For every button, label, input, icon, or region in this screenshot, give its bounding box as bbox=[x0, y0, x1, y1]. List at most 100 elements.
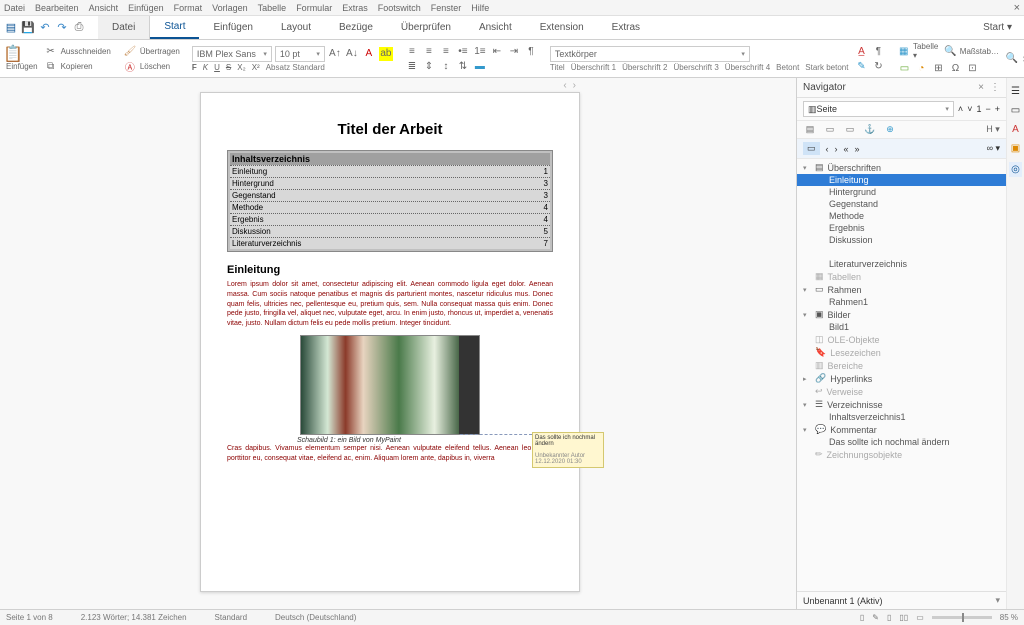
zoom-slider[interactable] bbox=[932, 616, 992, 619]
tree-item[interactable]: Literaturverzeichnis bbox=[797, 258, 1006, 270]
image-icon[interactable]: ▭ bbox=[897, 61, 911, 75]
style-h2[interactable]: Überschrift 2 bbox=[622, 63, 667, 72]
menu-datei[interactable]: Datei bbox=[4, 3, 25, 13]
superscript-button[interactable]: X² bbox=[252, 63, 260, 72]
tree-item[interactable]: Das sollte ich nochmal ändern bbox=[797, 436, 1006, 448]
tree-frames[interactable]: Rahmen bbox=[828, 285, 862, 295]
rail-navigator-icon[interactable]: ◎ bbox=[1009, 162, 1022, 177]
cut-icon[interactable]: ✂ bbox=[44, 44, 58, 58]
nav-plus-icon[interactable]: + bbox=[995, 104, 1000, 114]
ruler-icon[interactable]: 🔍 bbox=[944, 44, 957, 58]
align-justify-icon[interactable]: ≣ bbox=[405, 59, 419, 73]
tree-headings[interactable]: Überschriften bbox=[828, 163, 882, 173]
field-icon[interactable]: ⊡ bbox=[965, 61, 979, 75]
italic-button[interactable]: K bbox=[203, 63, 208, 72]
size-combo[interactable]: 10 pt▾ bbox=[275, 46, 325, 62]
tab-layout[interactable]: Layout bbox=[267, 16, 325, 39]
outdent-icon[interactable]: ⇤ bbox=[490, 44, 504, 58]
indent-icon[interactable]: ⇥ bbox=[507, 44, 521, 58]
status-words[interactable]: 2.123 Wörter; 14.381 Zeichen bbox=[81, 613, 187, 622]
nav-anchor-icon[interactable]: ⚓ bbox=[863, 124, 877, 135]
char-format-icon[interactable]: A̲ bbox=[854, 44, 868, 58]
tree-item[interactable]: Bild1 bbox=[797, 321, 1006, 333]
tree-tables[interactable]: Tabellen bbox=[828, 272, 862, 282]
menu-formular[interactable]: Formular bbox=[296, 3, 332, 13]
tab-extras[interactable]: Extras bbox=[598, 16, 654, 39]
nav-footer-icon[interactable]: ▭ bbox=[843, 124, 857, 135]
nav-listbox-icon[interactable]: ▭ bbox=[803, 142, 820, 155]
nav-dragmode-icon[interactable]: ∞ ▾ bbox=[987, 143, 1000, 154]
nav-demote-icon[interactable]: » bbox=[855, 144, 860, 154]
rail-page-icon[interactable]: ▭ bbox=[1011, 105, 1020, 116]
view-single-icon[interactable]: ▯ bbox=[887, 613, 891, 622]
tree-comments[interactable]: Kommentar bbox=[830, 425, 877, 435]
document-area[interactable]: ‹› Titel der Arbeit Inhaltsverzeichnis E… bbox=[0, 78, 796, 609]
menu-fenster[interactable]: Fenster bbox=[431, 3, 462, 13]
textbox-icon[interactable]: ⊞ bbox=[931, 61, 945, 75]
menu-format[interactable]: Format bbox=[174, 3, 203, 13]
menu-tabelle[interactable]: Tabelle bbox=[258, 3, 287, 13]
table-label[interactable]: Tabelle ▾ bbox=[913, 42, 941, 60]
window-close-icon[interactable]: × bbox=[1014, 2, 1020, 14]
tree-item[interactable]: Rahmen1 bbox=[797, 296, 1006, 308]
tree-indexes[interactable]: Verzeichnisse bbox=[827, 400, 883, 410]
navigator-close-icon[interactable]: × bbox=[978, 82, 984, 93]
tree-ole[interactable]: OLE-Objekte bbox=[828, 335, 880, 345]
bg-color-icon[interactable]: ▬ bbox=[473, 59, 487, 73]
redo-icon[interactable]: ↷ bbox=[55, 21, 69, 35]
copy-icon[interactable]: ⧉ bbox=[44, 59, 58, 73]
tab-extension[interactable]: Extension bbox=[526, 16, 598, 39]
status-sig-icon[interactable]: ✎ bbox=[872, 613, 879, 622]
tab-einfuegen[interactable]: Einfügen bbox=[199, 16, 266, 39]
tab-file[interactable]: Datei bbox=[98, 16, 150, 39]
rail-gallery-icon[interactable]: ▣ bbox=[1011, 143, 1020, 154]
navigator-tree[interactable]: ▾▤Überschriften Einleitung Hintergrund G… bbox=[797, 159, 1006, 591]
menu-ansicht[interactable]: Ansicht bbox=[89, 3, 119, 13]
bold-button[interactable]: F bbox=[192, 63, 197, 72]
sort-icon[interactable]: ⇅ bbox=[456, 59, 470, 73]
font-combo[interactable]: IBM Plex Sans▾ bbox=[192, 46, 272, 62]
format-brush-icon[interactable]: 🖌 bbox=[123, 44, 137, 58]
tree-item[interactable]: Methode bbox=[797, 210, 1006, 222]
align-right-icon[interactable]: ≡ bbox=[439, 44, 453, 58]
underline-button[interactable]: U bbox=[214, 63, 220, 72]
symbol-icon[interactable]: Ω bbox=[948, 61, 962, 75]
view-multi-icon[interactable]: ▯▯ bbox=[899, 613, 908, 622]
tree-item[interactable]: Diskussion bbox=[797, 234, 1006, 246]
navigator-menu-icon[interactable]: ⋮ bbox=[990, 82, 1000, 93]
bullet-list-icon[interactable]: •≡ bbox=[456, 44, 470, 58]
zoom-value[interactable]: 85 % bbox=[1000, 613, 1018, 622]
tree-drawings[interactable]: Zeichnungsobjekte bbox=[827, 450, 903, 460]
search-icon[interactable]: 🔍 bbox=[1005, 52, 1019, 66]
align-center-icon[interactable]: ≡ bbox=[422, 44, 436, 58]
save-icon[interactable]: 💾 bbox=[21, 21, 35, 35]
nav-master-icon[interactable]: ▤ bbox=[803, 124, 817, 135]
tree-item[interactable]: Gegenstand bbox=[797, 198, 1006, 210]
tree-sections[interactable]: Bereiche bbox=[828, 361, 864, 371]
ruler-label[interactable]: Maßstab… bbox=[960, 47, 999, 56]
nav-up-icon[interactable]: ˄ bbox=[958, 104, 963, 114]
style-stark[interactable]: Stark betont bbox=[805, 63, 848, 72]
nav-minus-icon[interactable]: − bbox=[985, 104, 990, 114]
status-page[interactable]: Seite 1 von 8 bbox=[6, 613, 53, 622]
menu-vorlagen[interactable]: Vorlagen bbox=[212, 3, 248, 13]
menu-extras[interactable]: Extras bbox=[342, 3, 368, 13]
para-style-combo[interactable]: Textkörper▾ bbox=[550, 46, 750, 62]
nav-reminder-icon[interactable]: ⊕ bbox=[883, 124, 897, 135]
chart-icon[interactable]: ◔ bbox=[914, 61, 928, 75]
status-style[interactable]: Standard bbox=[215, 613, 247, 622]
pilcrow-icon[interactable]: ¶ bbox=[524, 44, 538, 58]
update-style-icon[interactable]: ↻ bbox=[871, 59, 885, 73]
style-h3[interactable]: Überschrift 3 bbox=[673, 63, 718, 72]
style-h4[interactable]: Überschrift 4 bbox=[725, 63, 770, 72]
subscript-button[interactable]: X₂ bbox=[237, 63, 245, 72]
tree-item[interactable]: Hintergrund bbox=[797, 186, 1006, 198]
page-next-icon[interactable]: › bbox=[573, 80, 576, 91]
line-spacing-icon[interactable]: ⇕ bbox=[422, 59, 436, 73]
view-book-icon[interactable]: ▭ bbox=[916, 613, 924, 622]
tree-bookmarks[interactable]: Lesezeichen bbox=[830, 348, 881, 358]
status-lang[interactable]: Deutsch (Deutschland) bbox=[275, 613, 356, 622]
nav-next-icon[interactable]: › bbox=[835, 144, 838, 154]
nav-header-icon[interactable]: ▭ bbox=[823, 124, 837, 135]
paste-icon[interactable]: 📋 bbox=[6, 47, 20, 61]
